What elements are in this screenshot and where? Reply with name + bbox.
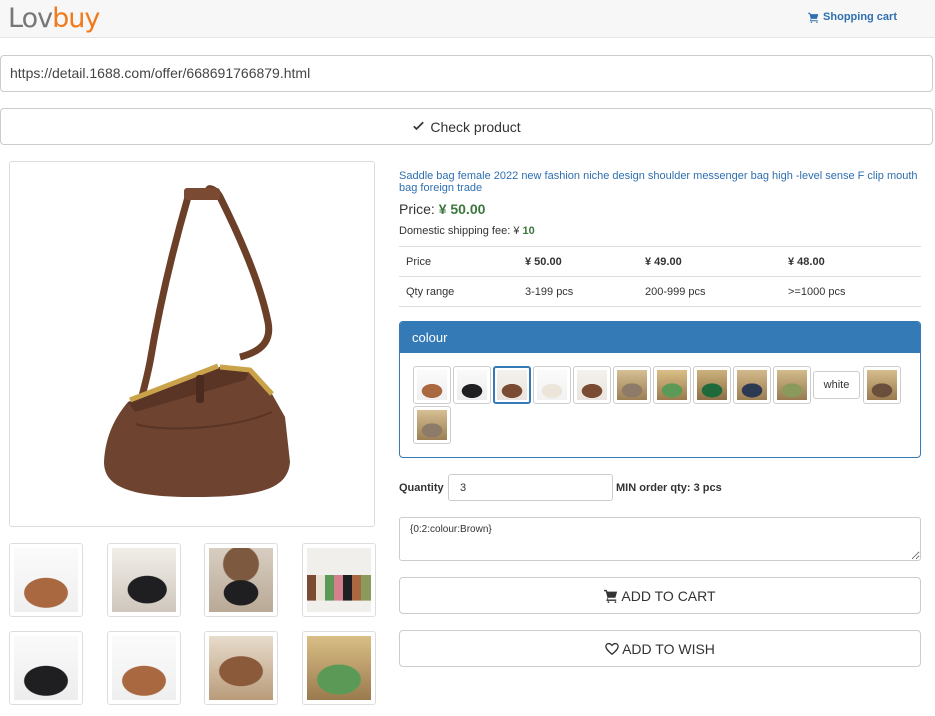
swatch-image xyxy=(577,370,607,400)
price-label: Price: xyxy=(399,201,435,217)
shopping-cart-label: Shopping cart xyxy=(823,11,897,23)
swatch-image xyxy=(417,370,447,400)
swatch-image xyxy=(657,370,687,400)
thumbnail-2[interactable] xyxy=(107,543,181,617)
shopping-cart-link[interactable]: Shopping cart xyxy=(808,11,897,23)
swatch-image xyxy=(497,370,527,400)
tier-range-2: 200-999 pcs xyxy=(638,276,781,307)
check-product-button[interactable]: Check product xyxy=(0,108,933,145)
swatch-image xyxy=(737,370,767,400)
thumbnail-6[interactable] xyxy=(107,631,181,705)
thumbnail-1[interactable] xyxy=(9,543,83,617)
thumbnail-image xyxy=(209,548,273,612)
main-product-image[interactable] xyxy=(9,161,375,527)
swatch-image xyxy=(537,370,567,400)
colour-swatch-7[interactable] xyxy=(653,366,691,404)
price-row-label: Price xyxy=(399,246,518,277)
product-title-link[interactable]: Saddle bag female 2022 new fashion niche… xyxy=(399,170,919,194)
thumbnail-image xyxy=(209,636,273,700)
quantity-label: Quantity xyxy=(399,482,444,494)
thumbnail-image xyxy=(14,636,78,700)
thumbnail-image xyxy=(14,548,78,612)
thumbnail-7[interactable] xyxy=(204,631,278,705)
colour-panel: colour white xyxy=(399,321,921,458)
swatch-image xyxy=(867,370,897,400)
tier-range-1: 3-199 pcs xyxy=(518,276,638,307)
heart-outline-icon xyxy=(605,642,619,655)
tier-price-3: ¥ 48.00 xyxy=(781,246,921,277)
colour-swatch-10[interactable] xyxy=(773,366,811,404)
thumbnail-image xyxy=(307,548,371,612)
cart-icon xyxy=(808,12,819,23)
colour-swatch-9[interactable] xyxy=(733,366,771,404)
swatch-image xyxy=(457,370,487,400)
colour-swatch-13[interactable] xyxy=(413,406,451,444)
top-bar: Lovbuy Shopping cart xyxy=(0,0,935,38)
colour-swatch-3-selected[interactable] xyxy=(493,366,531,404)
colour-swatch-white[interactable]: white xyxy=(813,371,860,399)
add-to-cart-label: ADD TO CART xyxy=(621,587,716,604)
logo-text-buy: buy xyxy=(52,3,100,34)
logo-text-lov: Lov xyxy=(8,3,53,34)
shipping-label: Domestic shipping fee: xyxy=(399,225,511,237)
product-url-input[interactable]: https://detail.1688.com/offer/6686917668… xyxy=(0,55,933,92)
tier-price-1: ¥ 50.00 xyxy=(518,246,638,277)
product-url-value: https://detail.1688.com/offer/6686917668… xyxy=(10,65,311,81)
colour-swatch-8[interactable] xyxy=(693,366,731,404)
check-product-label: Check product xyxy=(430,118,521,135)
colour-swatch-12[interactable] xyxy=(863,366,901,404)
check-icon xyxy=(413,121,425,131)
swatch-image xyxy=(777,370,807,400)
thumbnail-8[interactable] xyxy=(302,631,376,705)
price-tier-table: Price ¥ 50.00 ¥ 49.00 ¥ 48.00 Qty range … xyxy=(399,246,921,307)
colour-heading: colour xyxy=(400,322,920,353)
tier-range-3: >=1000 pcs xyxy=(781,276,921,307)
thumbnail-image xyxy=(112,548,176,612)
shipping-value: 10 xyxy=(522,225,535,237)
thumbnail-3[interactable] xyxy=(204,543,278,617)
colour-swatch-2[interactable] xyxy=(453,366,491,404)
tier-price-2: ¥ 49.00 xyxy=(638,246,781,277)
table-row: Price ¥ 50.00 ¥ 49.00 ¥ 48.00 xyxy=(399,246,921,277)
thumbnail-image xyxy=(112,636,176,700)
swatch-image xyxy=(617,370,647,400)
order-notes-textarea[interactable]: {0:2:colour:Brown} xyxy=(399,517,921,561)
add-to-wish-button[interactable]: ADD TO WISH xyxy=(399,630,921,667)
thumbnail-4[interactable] xyxy=(302,543,376,617)
cart-icon xyxy=(604,589,618,603)
swatch-image xyxy=(697,370,727,400)
quantity-input[interactable] xyxy=(448,474,613,501)
brown-saddle-bag-image xyxy=(104,185,290,497)
colour-swatch-6[interactable] xyxy=(613,366,651,404)
thumbnail-image xyxy=(307,636,371,700)
colour-swatch-1[interactable] xyxy=(413,366,451,404)
table-row: Qty range 3-199 pcs 200-999 pcs >=1000 p… xyxy=(399,276,921,307)
add-to-wish-label: ADD TO WISH xyxy=(622,640,715,657)
thumbnail-5[interactable] xyxy=(9,631,83,705)
add-to-cart-button[interactable]: ADD TO CART xyxy=(399,577,921,614)
min-order-qty: MIN order qty: 3 pcs xyxy=(616,482,722,494)
shipping-currency: ¥ xyxy=(513,225,520,237)
price-value: ¥ 50.00 xyxy=(438,201,486,217)
colour-swatch-5[interactable] xyxy=(573,366,611,404)
swatch-image xyxy=(417,410,447,440)
product-price: Price: ¥ 50.00 xyxy=(399,201,485,217)
colour-swatch-4[interactable] xyxy=(533,366,571,404)
domestic-shipping: Domestic shipping fee: ¥ 10 xyxy=(399,225,535,237)
qty-row-label: Qty range xyxy=(399,276,518,307)
site-logo[interactable]: Lovbuy xyxy=(8,2,100,36)
